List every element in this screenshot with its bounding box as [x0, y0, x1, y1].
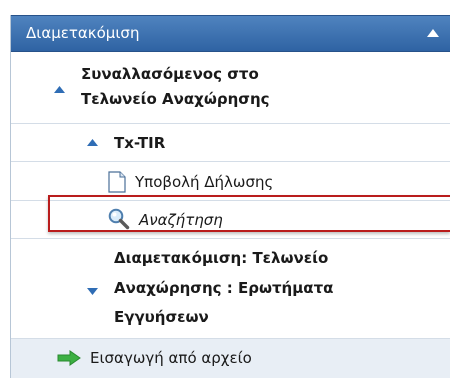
menu-item-search[interactable]: Αναζήτηση — [11, 201, 450, 239]
menu-item-submit-declaration[interactable]: Υποβολή Δήλωσης — [11, 162, 450, 201]
menu-item-import-from-file[interactable]: Εισαγωγή από αρχείο — [11, 339, 450, 378]
expand-up-icon — [54, 86, 65, 93]
navigation-panel: Διαμετακόμιση Συναλλασόμενος στο Τελωνεί… — [10, 15, 450, 378]
menu-group-label-line2: Τελωνείο Αναχώρησης — [81, 90, 270, 108]
menu-subgroup-tx-tir[interactable]: Tx-TIR — [11, 124, 450, 162]
section-header-title: Διαμετακόμιση — [26, 24, 140, 42]
menu-group-label-line3: Εγγυήσεων — [114, 308, 209, 326]
menu-item-label: Αναζήτηση — [139, 211, 223, 229]
menu-group-label-line1: Διαμετακόμιση: Τελωνείο — [114, 249, 329, 267]
arrow-right-icon — [57, 350, 81, 366]
menu-item-label: Εισαγωγή από αρχείο — [90, 349, 252, 367]
menu-group-label-line2: Αναχώρησης : Ερωτήματα — [114, 279, 334, 297]
expand-up-icon — [87, 139, 98, 146]
collapse-up-icon[interactable] — [427, 29, 439, 37]
search-icon — [108, 208, 130, 230]
menu-group-departure-guarantee-queries[interactable]: Διαμετακόμιση: Τελωνείο Αναχώρησης : Ερω… — [11, 239, 450, 339]
menu-group-departure-trader[interactable]: Συναλλασόμενος στο Τελωνείο Αναχώρησης — [11, 52, 450, 124]
expand-down-icon — [87, 288, 98, 295]
menu-subgroup-label: Tx-TIR — [114, 134, 166, 152]
section-header-transit[interactable]: Διαμετακόμιση — [11, 15, 450, 52]
menu-group-label-line1: Συναλλασόμενος στο — [81, 65, 259, 83]
menu-item-label: Υποβολή Δήλωσης — [135, 173, 274, 191]
document-icon — [108, 171, 126, 193]
